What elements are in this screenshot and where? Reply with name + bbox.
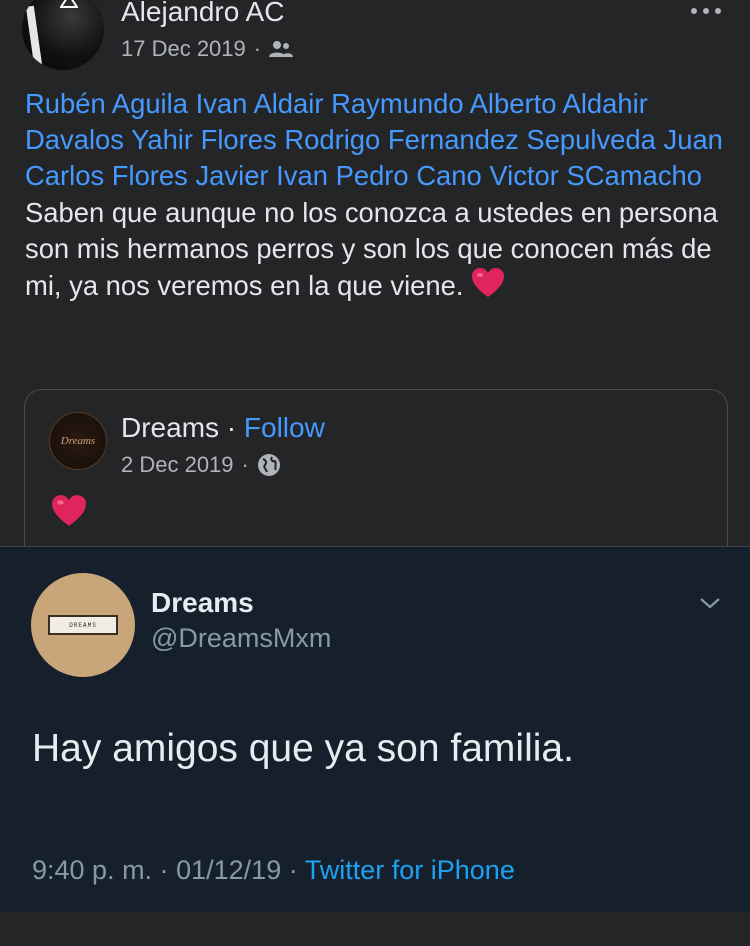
post-text: Saben que aunque no los conozca a ustede… <box>25 196 718 302</box>
embedded-tweet-screenshot: DREAMS Dreams @DreamsMxm Hay amigos que … <box>0 546 750 913</box>
tweet-text: Hay amigos que ya son familia. <box>32 727 574 770</box>
heart-icon <box>52 495 86 526</box>
post-author-name[interactable]: Alejandro AC <box>121 0 284 28</box>
tweet-separator: · <box>159 855 169 885</box>
meta-separator: · <box>253 36 262 61</box>
shared-date[interactable]: 2 Dec 2019 <box>121 452 234 478</box>
tweet-avatar[interactable]: DREAMS <box>31 573 135 677</box>
shared-page-avatar[interactable]: Dreams <box>49 412 107 470</box>
tweet-time: 9:40 p. m. <box>32 855 153 885</box>
author-avatar[interactable] <box>22 0 104 70</box>
more-dots-icon[interactable] <box>690 6 722 16</box>
tweet-source-link[interactable]: Twitter for iPhone <box>305 855 515 885</box>
post-date[interactable]: 17 Dec 2019 <box>121 36 246 62</box>
palace-logo-icon <box>60 0 78 8</box>
heart-icon <box>472 268 505 298</box>
avatar-jacket-stripe <box>25 5 43 67</box>
mention-link[interactable]: Pedro Cano <box>336 160 482 191</box>
globe-icon <box>257 454 280 476</box>
mention-link[interactable]: Javier Ivan <box>195 160 327 191</box>
mention-link[interactable]: Ivan Aldair <box>196 88 324 119</box>
mention-link[interactable]: Yahir Flores <box>131 124 277 155</box>
meta-separator: · <box>241 452 249 477</box>
shared-page-name[interactable]: Dreams <box>121 412 219 443</box>
dreams-logo: DREAMS <box>48 615 118 635</box>
shared-meta: 2 Dec 2019 · <box>121 452 281 478</box>
mention-link[interactable]: Victor SCamacho <box>489 160 702 191</box>
friends-icon <box>269 41 294 57</box>
tweet-date: 01/12/19 <box>176 855 282 885</box>
facebook-post: Alejandro AC 17 Dec 2019 · Rubén Aguila … <box>0 0 750 571</box>
bottom-strip <box>0 912 750 946</box>
post-body: Rubén Aguila Ivan Aldair Raymundo Albert… <box>25 86 735 304</box>
tweet-footer: 9:40 p. m. · 01/12/19 · Twitter for iPho… <box>32 855 515 886</box>
mention-link[interactable]: Rodrigo Fernandez Sepulveda <box>284 124 656 155</box>
shared-post-card[interactable]: Dreams Dreams · Follow 2 Dec 2019 · <box>24 389 728 571</box>
tweet-handle[interactable]: @DreamsMxm <box>151 623 331 654</box>
post-meta: 17 Dec 2019 · <box>121 36 294 62</box>
tweet-separator: · <box>288 855 298 885</box>
follow-button[interactable]: Follow <box>244 412 325 443</box>
shared-separator: · <box>226 412 237 443</box>
shared-page-header: Dreams · Follow <box>121 412 325 444</box>
chevron-down-icon[interactable] <box>698 595 722 611</box>
mention-link[interactable]: Rubén Aguila <box>25 88 188 119</box>
tweet-display-name[interactable]: Dreams <box>151 587 254 619</box>
